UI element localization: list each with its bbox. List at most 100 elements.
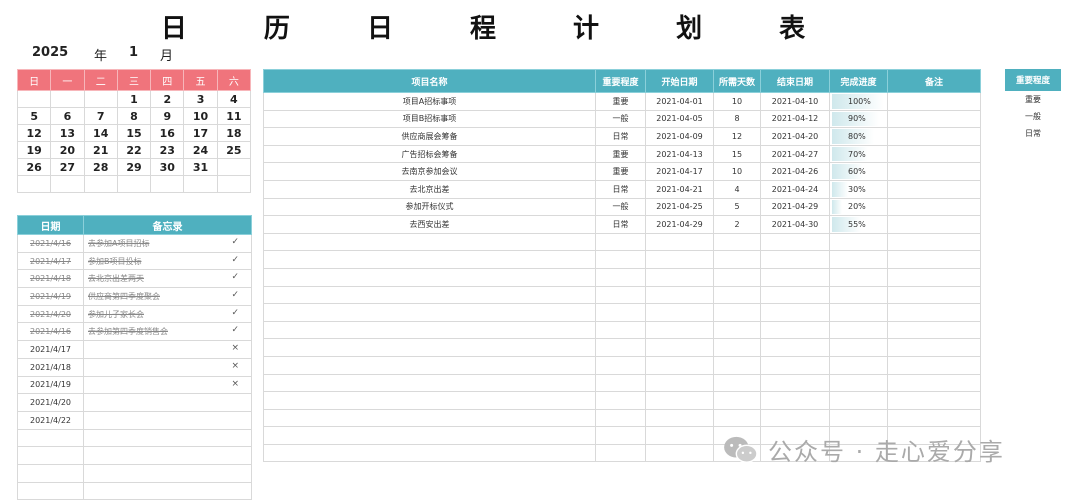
- calendar-day[interactable]: 10: [183, 107, 218, 125]
- calendar-day[interactable]: [16, 90, 52, 108]
- project-days[interactable]: 10: [713, 162, 761, 181]
- project-progress-cell[interactable]: 30%: [829, 179, 888, 199]
- project-empty-cell[interactable]: [645, 391, 714, 410]
- project-empty-cell[interactable]: [645, 250, 714, 269]
- project-empty-cell[interactable]: [760, 250, 830, 269]
- calendar-day[interactable]: 6: [50, 107, 85, 125]
- calendar-day[interactable]: 1: [116, 90, 152, 108]
- memo-date[interactable]: 2021/4/19: [17, 375, 84, 395]
- project-empty-cell[interactable]: [760, 338, 830, 357]
- calendar-day[interactable]: 12: [16, 124, 52, 142]
- project-priority[interactable]: 日常: [595, 179, 646, 199]
- calendar-day[interactable]: [150, 175, 185, 193]
- calendar-day[interactable]: 30: [150, 158, 185, 176]
- project-days[interactable]: 10: [713, 92, 761, 111]
- project-end[interactable]: 2021-04-29: [760, 197, 830, 217]
- memo-text-cell[interactable]: [83, 481, 252, 500]
- project-empty-cell[interactable]: [595, 373, 646, 393]
- project-empty-cell[interactable]: [645, 408, 714, 428]
- calendar-day[interactable]: 27: [50, 158, 85, 176]
- project-empty-cell[interactable]: [645, 443, 714, 463]
- project-empty-cell[interactable]: [263, 373, 596, 393]
- calendar-day[interactable]: [83, 90, 118, 108]
- calendar-day[interactable]: [16, 175, 52, 193]
- calendar-day[interactable]: [216, 158, 252, 176]
- project-note[interactable]: [887, 215, 981, 234]
- calendar-day[interactable]: 26: [16, 158, 52, 176]
- project-empty-cell[interactable]: [263, 338, 596, 357]
- calendar-day[interactable]: 7: [83, 107, 118, 125]
- calendar-day[interactable]: [183, 175, 218, 193]
- project-empty-cell[interactable]: [713, 391, 761, 410]
- project-note[interactable]: [887, 179, 981, 199]
- memo-date[interactable]: 2021/4/22: [17, 410, 84, 430]
- project-empty-cell[interactable]: [829, 303, 888, 322]
- memo-text-cell[interactable]: [83, 446, 252, 465]
- project-name[interactable]: 去北京出差: [263, 179, 596, 199]
- project-progress-cell[interactable]: 80%: [829, 127, 888, 146]
- project-days[interactable]: 5: [713, 197, 761, 217]
- project-empty-cell[interactable]: [713, 267, 761, 287]
- project-days[interactable]: 12: [713, 127, 761, 146]
- memo-text-cell[interactable]: ×: [83, 375, 252, 395]
- project-empty-cell[interactable]: [760, 285, 830, 305]
- calendar-day[interactable]: 28: [83, 158, 118, 176]
- project-empty-cell[interactable]: [263, 250, 596, 269]
- project-empty-cell[interactable]: [263, 267, 596, 287]
- project-note[interactable]: [887, 127, 981, 146]
- calendar-day[interactable]: 20: [50, 141, 85, 159]
- project-empty-cell[interactable]: [595, 285, 646, 305]
- memo-date[interactable]: [17, 481, 84, 500]
- project-empty-cell[interactable]: [595, 232, 646, 252]
- project-empty-cell[interactable]: [645, 303, 714, 322]
- project-empty-cell[interactable]: [887, 355, 981, 375]
- project-empty-cell[interactable]: [829, 320, 888, 340]
- project-empty-cell[interactable]: [263, 408, 596, 428]
- memo-text-cell[interactable]: 参加儿子家长会 ✓: [83, 304, 252, 324]
- project-progress-cell[interactable]: 55%: [829, 215, 888, 234]
- project-note[interactable]: [887, 144, 981, 164]
- project-empty-cell[interactable]: [829, 355, 888, 375]
- memo-date[interactable]: [17, 428, 84, 448]
- project-empty-cell[interactable]: [713, 373, 761, 393]
- memo-text-cell[interactable]: ×: [83, 340, 252, 359]
- memo-text-cell[interactable]: [83, 428, 252, 448]
- project-empty-cell[interactable]: [595, 391, 646, 410]
- calendar-day[interactable]: [116, 175, 152, 193]
- project-start[interactable]: 2021-04-05: [645, 109, 714, 129]
- project-empty-cell[interactable]: [263, 303, 596, 322]
- project-empty-cell[interactable]: [645, 355, 714, 375]
- calendar-day[interactable]: 5: [16, 107, 52, 125]
- project-empty-cell[interactable]: [887, 373, 981, 393]
- memo-date[interactable]: 2021/4/17: [17, 340, 84, 359]
- project-empty-cell[interactable]: [829, 285, 888, 305]
- memo-text-cell[interactable]: 参加B项目投标 ✓: [83, 251, 252, 271]
- project-name[interactable]: 去西安出差: [263, 215, 596, 234]
- project-name[interactable]: 参加开标仪式: [263, 197, 596, 217]
- project-empty-cell[interactable]: [887, 338, 981, 357]
- calendar-day[interactable]: 9: [150, 107, 185, 125]
- project-empty-cell[interactable]: [595, 320, 646, 340]
- project-days[interactable]: 2: [713, 215, 761, 234]
- project-name[interactable]: 供应商展会筹备: [263, 127, 596, 146]
- memo-date[interactable]: 2021/4/18: [17, 357, 84, 377]
- project-empty-cell[interactable]: [645, 373, 714, 393]
- project-empty-cell[interactable]: [595, 303, 646, 322]
- project-empty-cell[interactable]: [760, 391, 830, 410]
- calendar-day[interactable]: 18: [216, 124, 252, 142]
- memo-date[interactable]: 2021/4/16: [17, 234, 84, 253]
- memo-text-cell[interactable]: 去北京出差两天 ✓: [83, 269, 252, 289]
- project-progress-cell[interactable]: 70%: [829, 144, 888, 164]
- project-priority[interactable]: 日常: [595, 127, 646, 146]
- project-empty-cell[interactable]: [595, 355, 646, 375]
- project-end[interactable]: 2021-04-26: [760, 162, 830, 181]
- calendar-day[interactable]: 15: [116, 124, 152, 142]
- project-empty-cell[interactable]: [887, 285, 981, 305]
- project-start[interactable]: 2021-04-29: [645, 215, 714, 234]
- calendar-day[interactable]: 17: [183, 124, 218, 142]
- memo-text-cell[interactable]: 去参加第四季度销售会 ✓: [83, 322, 252, 342]
- project-empty-cell[interactable]: [713, 285, 761, 305]
- calendar-day[interactable]: 29: [116, 158, 152, 176]
- project-end[interactable]: 2021-04-24: [760, 179, 830, 199]
- project-name[interactable]: 项目B招标事项: [263, 109, 596, 129]
